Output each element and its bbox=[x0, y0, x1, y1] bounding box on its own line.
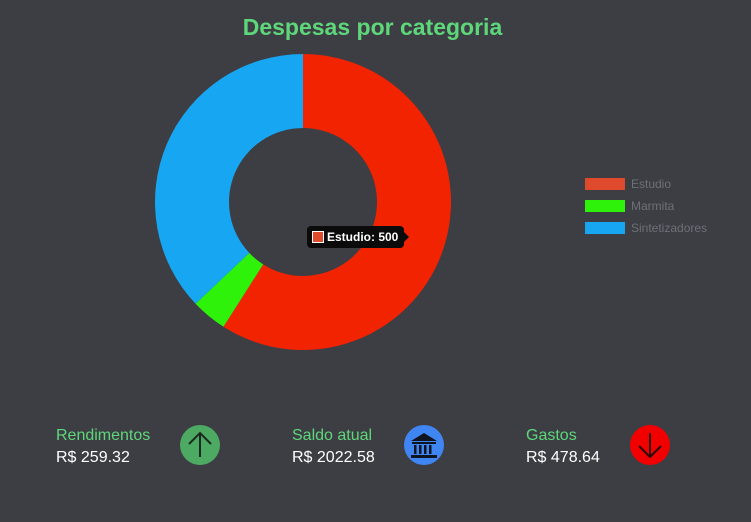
income-summary: Rendimentos R$ 259.32 bbox=[56, 425, 150, 469]
arrow-up-icon bbox=[180, 425, 220, 465]
chart-legend: Estudio Marmita Sintetizadores bbox=[585, 173, 707, 239]
tooltip-text: Estudio: 500 bbox=[327, 230, 399, 244]
balance-summary: Saldo atual R$ 2022.58 bbox=[292, 425, 375, 469]
balance-label: Saldo atual bbox=[292, 427, 373, 444]
legend-item-sintetizadores[interactable]: Sintetizadores bbox=[585, 217, 707, 239]
chart-tooltip: Estudio: 500 bbox=[307, 226, 410, 248]
slice-sintetizadores[interactable] bbox=[154, 53, 303, 304]
legend-label-sintetizadores: Sintetizadores bbox=[631, 221, 708, 235]
legend-swatch-marmita bbox=[585, 200, 625, 212]
arrow-down-icon bbox=[630, 425, 670, 465]
legend-label-estudio: Estudio bbox=[631, 177, 672, 191]
legend-swatch-sintetizadores bbox=[585, 222, 625, 234]
legend-swatch-estudio bbox=[585, 178, 625, 190]
page: Despesas por categoria Estudio Marmita S… bbox=[0, 0, 751, 522]
expenses-summary: Gastos R$ 478.64 bbox=[526, 425, 600, 469]
bank-icon bbox=[404, 425, 444, 465]
expenses-value: R$ 478.64 bbox=[526, 449, 600, 466]
income-label: Rendimentos bbox=[56, 427, 151, 444]
legend-label-marmita: Marmita bbox=[631, 199, 675, 213]
legend-item-marmita[interactable]: Marmita bbox=[585, 195, 707, 217]
income-value: R$ 259.32 bbox=[56, 449, 130, 466]
legend-item-estudio[interactable]: Estudio bbox=[585, 173, 707, 195]
tooltip-swatch bbox=[312, 231, 324, 243]
balance-value: R$ 2022.58 bbox=[292, 449, 375, 466]
expenses-label: Gastos bbox=[526, 427, 577, 444]
